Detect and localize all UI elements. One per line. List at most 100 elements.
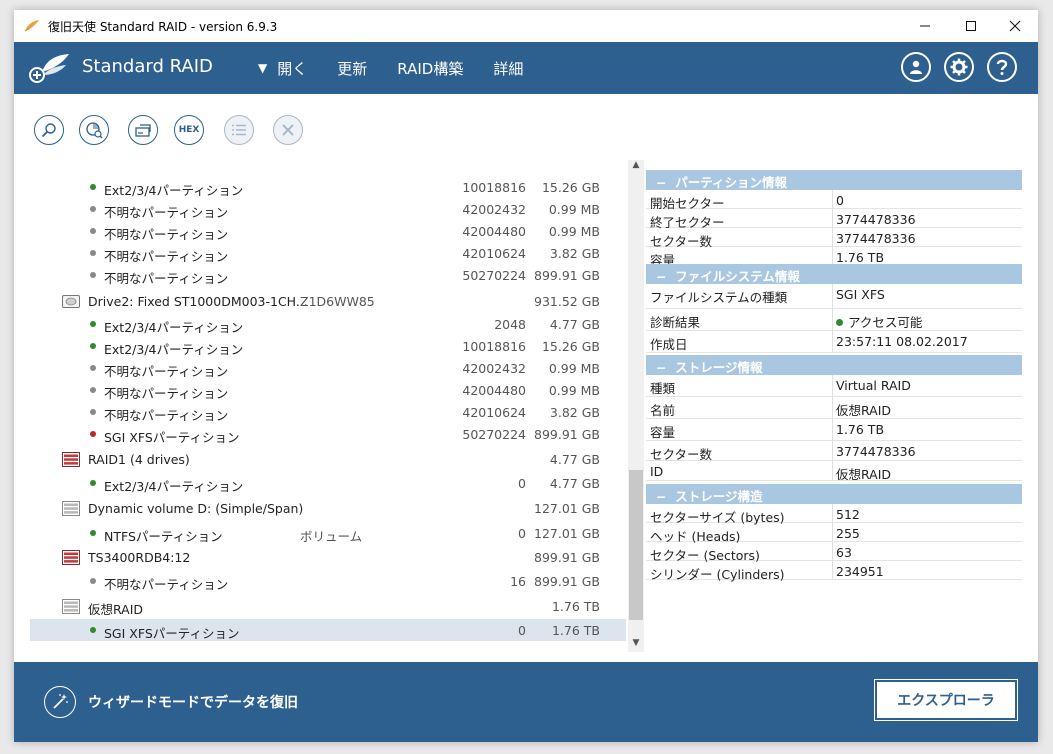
start-sector: 0 [518,476,526,491]
tree-drive-row[interactable]: Dynamic volume D: (Simple/Span) 127.01 GB [30,497,626,519]
scroll-up-arrow-icon[interactable]: ▲ [628,160,644,174]
property-value: 0 [836,193,844,208]
property-section-header[interactable]: − ファイルシステム情報 [646,264,1022,284]
tree-partition-row[interactable]: 不明なパーティション 42002432 0.99 MB [30,198,626,220]
scan-button[interactable] [79,115,109,145]
status-gray-dot-icon [90,578,96,584]
tree-partition-row[interactable]: 不明なパーティション 42002432 0.99 MB [30,357,626,379]
status-green-dot-icon [90,343,96,349]
footer-bar: ウィザードモードでデータを復旧 エクスプローラ [14,662,1038,742]
start-sector: 42002432 [462,361,526,376]
title-bar: 復旧天使 Standard RAID - version 6.9.3 [14,10,1038,42]
status-green-dot-icon [90,321,96,327]
menu-open[interactable]: 開く [277,58,307,79]
wizard-mode-link[interactable]: ウィザードモードでデータを復旧 [88,692,298,712]
tree-partition-row[interactable]: 不明なパーティション 50270224 899.91 GB [30,264,626,286]
gear-icon [950,58,968,76]
properties-panel: − パーティション情報 開始セクター 0 終了セクター 3774478336 セクター数 3… [646,160,1022,600]
property-section-header[interactable]: − パーティション情報 [646,170,1022,190]
start-sector: 50270224 [462,427,526,442]
tree-partition-row[interactable]: SGI XFSパーティション 50270224 899.91 GB [30,423,626,445]
raid-drive-icon [62,452,80,467]
menu-details[interactable]: 詳細 [493,58,523,79]
size-value: 931.52 GB [534,294,600,309]
property-key: シリンダー (Cylinders) [650,567,785,582]
tree-partition-row[interactable]: 不明なパーティション 42004480 0.99 MB [30,379,626,401]
drive-name: Drive2: Fixed ST1000DM003-1CH... [88,294,308,309]
settings-button[interactable] [944,52,974,82]
drive-image-button[interactable] [128,115,158,145]
list-view-button[interactable] [224,115,254,145]
tree-scrollbar[interactable]: ▲ ▼ [628,160,644,652]
partition-name: 不明なパーティション [104,249,229,264]
raid-drive-icon [62,550,80,565]
tree-drive-row[interactable]: TS3400RDB4:12 899.91 GB [30,546,626,568]
property-section-header[interactable]: − ストレージ情報 [646,355,1022,375]
tree-partition-row[interactable]: 不明なパーティション 42010624 3.82 GB [30,401,626,423]
tree-partition-row[interactable]: NTFSパーティション ボリューム 0 127.01 GB [30,522,626,544]
brand-name: Standard RAID [82,56,213,77]
user-icon [910,60,922,74]
property-row: セクター数 3774478336 [646,441,1022,462]
property-row: シリンダー (Cylinders) 234951 [646,561,1022,582]
start-sector: 10018816 [462,180,526,195]
start-sector: 42004480 [462,224,526,239]
property-value: 63 [836,545,852,560]
size-value: 4.77 GB [549,452,600,467]
app-window: 復旧天使 Standard RAID - version 6.9.3 Stand… [14,10,1038,742]
disk-scan-icon [86,122,103,139]
section-title: − ストレージ構造 [656,489,763,504]
start-sector: 42004480 [462,383,526,398]
property-value: SGI XFS [836,287,885,302]
tree-drive-row[interactable]: RAID1 (4 drives) 4.77 GB [30,448,626,470]
account-button[interactable] [901,52,931,82]
property-row: ファイルシステムの種類 SGI XFS [646,284,1022,309]
menu-dropdown-arrow-icon[interactable]: ▼ [258,61,267,75]
help-button[interactable] [987,52,1017,82]
property-section-header[interactable]: − ストレージ構造 [646,484,1022,504]
row-extra-info: Z1D6WW85 [300,294,375,309]
scroll-thumb[interactable] [629,470,643,620]
tree-partition-row[interactable]: 不明なパーティション 42004480 0.99 MB [30,220,626,242]
wand-glyph-icon [53,694,68,709]
partition-name: SGI XFSパーティション [104,430,240,445]
explorer-button[interactable]: エクスプローラ [874,679,1018,721]
property-key: ID [650,464,664,479]
tree-partition-row[interactable]: Ext2/3/4パーティション 0 4.77 GB [30,472,626,494]
property-value: 512 [836,507,860,522]
partition-name: 不明なパーティション [104,364,229,379]
start-sector: 0 [518,623,526,638]
property-key: 名前 [650,403,676,418]
list-icon [232,124,246,136]
maximize-button[interactable] [948,10,994,42]
status-green-dot-icon [90,627,96,633]
start-sector: 10018816 [462,339,526,354]
volume-drive-icon [62,501,80,516]
property-row: セクター数 3774478336 [646,228,1022,249]
property-row: 開始セクター 0 [646,190,1022,211]
minimize-button[interactable] [902,10,948,42]
tree-drive-row[interactable]: Drive2: Fixed ST1000DM003-1CH... Z1D6WW85… [30,290,626,312]
property-value: 1.76 TB [836,250,885,265]
property-value: Virtual RAID [836,378,911,393]
menu-refresh[interactable]: 更新 [337,58,367,79]
hex-viewer-button[interactable]: HEX [174,115,204,145]
hex-icon: HEX [178,125,200,135]
menu-raid-build[interactable]: RAID構築 [397,58,463,79]
tree-partition-row[interactable]: SGI XFSパーティション 0 1.76 TB [30,619,626,641]
tree-partition-row[interactable]: 不明なパーティション 42010624 3.82 GB [30,242,626,264]
status-gray-dot-icon [90,409,96,415]
close-drive-button[interactable] [273,115,303,145]
scroll-down-arrow-icon[interactable]: ▼ [628,638,644,652]
tree-partition-row[interactable]: Ext2/3/4パーティション 10018816 15.26 GB [30,335,626,357]
size-value: 899.91 GB [534,427,600,442]
search-button[interactable] [34,115,64,145]
tree-partition-row[interactable]: 不明なパーティション 16 899.91 GB [30,570,626,592]
tree-drive-row[interactable]: 仮想RAID 1.76 TB [30,595,626,617]
tree-partition-row[interactable]: Ext2/3/4パーティション 2048 4.77 GB [30,313,626,335]
magic-wand-icon[interactable] [44,686,76,718]
partition-name: Ext2/3/4パーティション [104,479,244,494]
property-value: 3774478336 [836,231,916,246]
close-window-button[interactable] [992,10,1038,42]
tree-partition-row[interactable]: Ext2/3/4パーティション 10018816 15.26 GB [30,176,626,198]
